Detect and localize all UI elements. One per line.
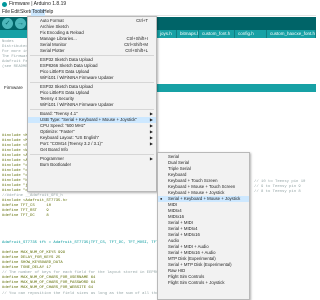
- title-bar: Firmware | Arduino 1.8.19: [0, 0, 316, 9]
- menu-item-burn-bootloader[interactable]: Burn Bootloader: [28, 162, 156, 168]
- menu-item-serial-plotter[interactable]: Serial Plotter Ctrl+Shift+L: [28, 48, 156, 54]
- verify-button[interactable]: ✓: [2, 18, 13, 29]
- menu-bar: File Edit Sketch Tools Help: [0, 9, 316, 16]
- check-icon: ✓: [4, 20, 11, 27]
- tab-firmware[interactable]: Firmware: [0, 84, 27, 92]
- window-title: Firmware | Arduino 1.8.19: [9, 1, 67, 7]
- menu-separator: [30, 154, 154, 155]
- menu-item-wifi-updater[interactable]: WiFi101 / WiFiNINA Firmware Updater: [28, 75, 156, 81]
- code-line: #define MAX_NUM_OF_CHARS_FOR_WEBSITE 64: [2, 286, 94, 290]
- arduino-logo-icon: [2, 2, 7, 7]
- tab-file[interactable]: config.h: [235, 30, 267, 38]
- tab-file[interactable]: bitmaps.h: [177, 30, 199, 38]
- menu-item-wifi-updater-2[interactable]: WiFi101 / WiFiNINA Firmware Updater: [28, 102, 156, 108]
- code-line: #define TFT_DC 8: [2, 214, 49, 218]
- tab-file[interactable]: joys.h: [157, 30, 177, 38]
- menu-item-board-info[interactable]: Get Board Info: [28, 147, 156, 153]
- usb-option[interactable]: Flight Sim Controls + Joystick: [158, 280, 249, 286]
- menu-separator: [30, 55, 154, 56]
- menu-separator: [30, 109, 154, 110]
- tab-file[interactable]: custom_haxcxe_font.h: [267, 30, 316, 38]
- upload-button[interactable]: →: [15, 18, 26, 29]
- menu-help[interactable]: Help: [42, 9, 54, 16]
- tab-file[interactable]: custom_font.h: [199, 30, 235, 38]
- menu-separator: [30, 82, 154, 83]
- tools-dropdown-menu: Auto Format Ctrl+T Archive Sketch Fix Enc…: [27, 16, 157, 192]
- arrow-right-icon: →: [17, 20, 24, 27]
- code-comment: // 8 to Teensy pin 8: [254, 190, 301, 194]
- usb-type-submenu: Serial Dual Serial Triple Serial Keyboar…: [157, 152, 250, 300]
